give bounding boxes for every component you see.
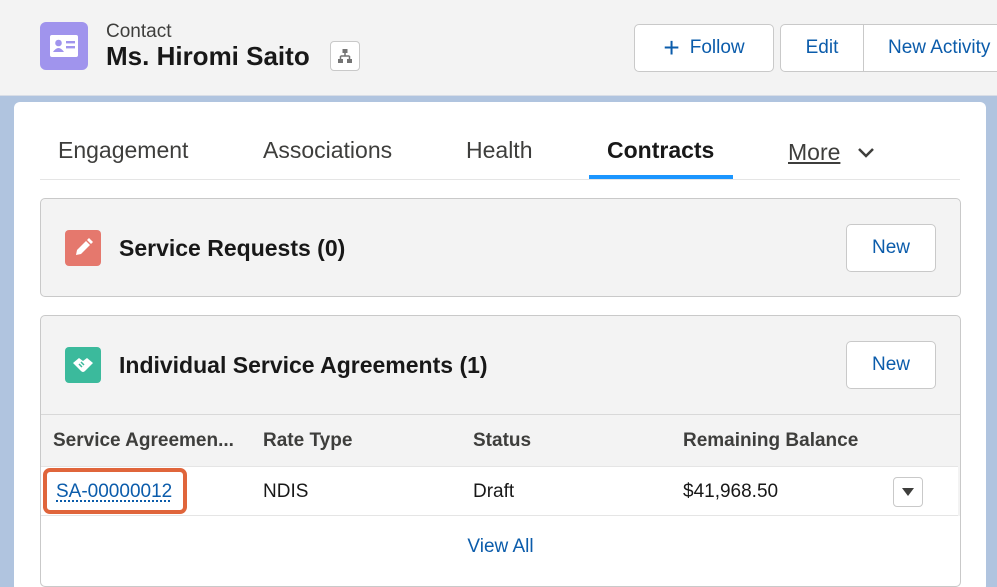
service-requests-new-button[interactable]: New bbox=[846, 224, 936, 272]
contact-card-icon bbox=[40, 22, 88, 70]
record-title: Ms. Hiromi Saito bbox=[106, 41, 310, 72]
column-header-status[interactable]: Status bbox=[473, 430, 531, 452]
record-header: Contact Ms. Hiromi Saito + Follow Edit N… bbox=[0, 0, 997, 96]
remaining-balance-cell: $41,968.50 bbox=[683, 481, 778, 503]
active-tab-indicator bbox=[589, 175, 733, 179]
object-type-label: Contact bbox=[106, 21, 171, 43]
tab-associations[interactable]: Associations bbox=[263, 137, 392, 164]
hierarchy-button[interactable] bbox=[330, 41, 360, 71]
service-agreements-card: Individual Service Agreements (1) New Se… bbox=[40, 315, 961, 587]
row-actions-button[interactable] bbox=[893, 477, 923, 507]
column-header-rate-type[interactable]: Rate Type bbox=[263, 430, 352, 452]
highlight-box bbox=[43, 468, 187, 514]
rate-type-cell: NDIS bbox=[263, 481, 308, 503]
follow-button[interactable]: + Follow bbox=[634, 24, 774, 72]
follow-label: Follow bbox=[690, 37, 745, 59]
plus-icon: + bbox=[663, 34, 679, 62]
service-requests-card: Service Requests (0) New bbox=[40, 198, 961, 297]
card-footer: View All bbox=[41, 516, 960, 586]
new-activity-label: New Activity bbox=[888, 37, 990, 59]
tab-bar: Engagement Associations Health Contracts… bbox=[40, 124, 960, 180]
chevron-down-icon[interactable] bbox=[856, 146, 876, 160]
table-header: Service Agreemen... Rate Type Status Rem… bbox=[41, 414, 960, 466]
column-header-service-agreement[interactable]: Service Agreemen... bbox=[53, 430, 234, 452]
service-agreements-title: Individual Service Agreements (1) bbox=[119, 352, 488, 379]
view-all-link[interactable]: View All bbox=[41, 536, 960, 558]
caret-down-icon bbox=[901, 487, 915, 497]
pencil-icon bbox=[65, 230, 101, 266]
service-requests-title: Service Requests (0) bbox=[119, 235, 345, 262]
tab-more[interactable]: More bbox=[788, 139, 840, 166]
edit-button[interactable]: Edit bbox=[780, 24, 864, 72]
service-agreements-new-button[interactable]: New bbox=[846, 341, 936, 389]
tab-engagement[interactable]: Engagement bbox=[58, 137, 188, 164]
tab-health[interactable]: Health bbox=[466, 137, 532, 164]
edit-label: Edit bbox=[806, 37, 839, 59]
status-cell: Draft bbox=[473, 481, 514, 503]
handshake-icon bbox=[65, 347, 101, 383]
hierarchy-icon bbox=[337, 48, 353, 64]
column-header-remaining-balance[interactable]: Remaining Balance bbox=[683, 430, 858, 452]
tab-contracts[interactable]: Contracts bbox=[607, 137, 714, 164]
new-activity-button[interactable]: New Activity bbox=[863, 24, 997, 72]
